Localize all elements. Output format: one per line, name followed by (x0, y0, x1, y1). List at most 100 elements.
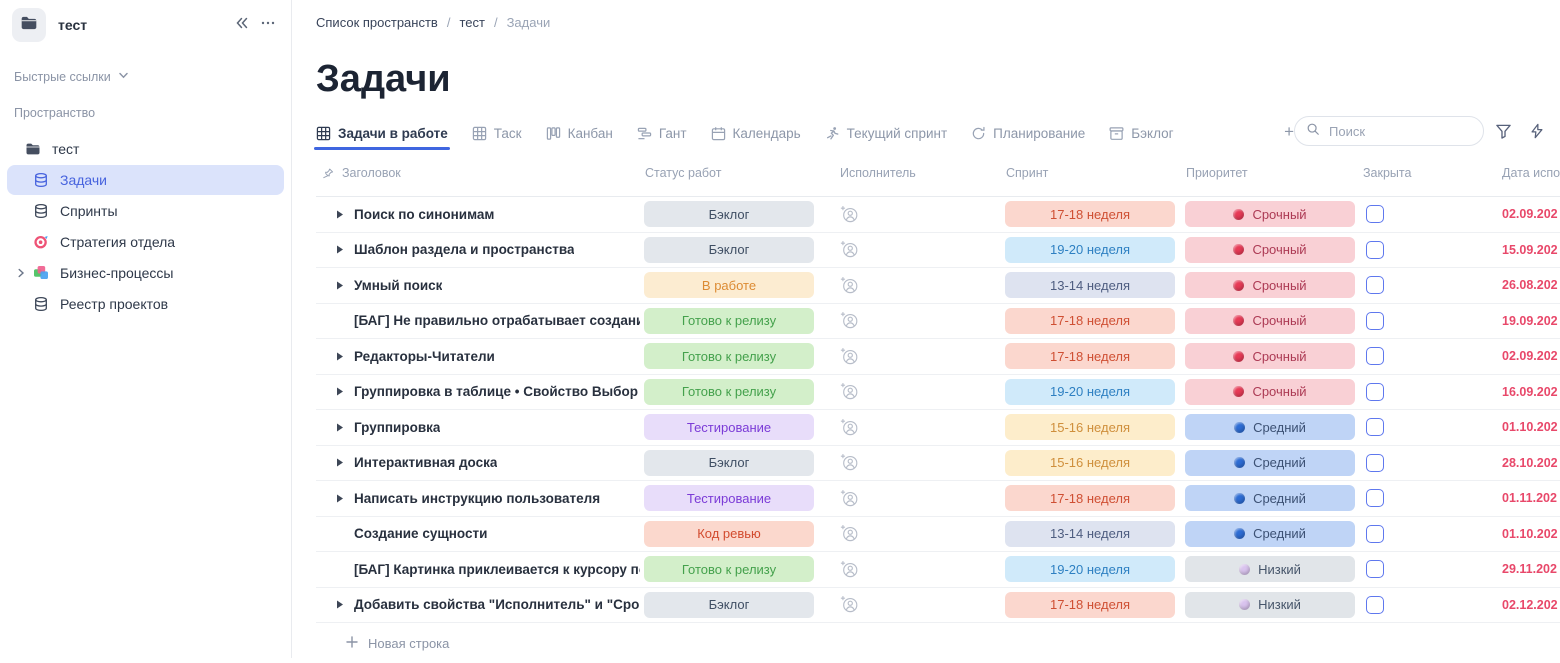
column-header-1[interactable]: Статус работ (640, 166, 815, 180)
due-date[interactable]: 01.10.202 (1448, 527, 1560, 541)
table-row[interactable]: Группировка в таблице • Свойство ВыборГо… (316, 375, 1560, 411)
task-title[interactable]: Шаблон раздела и пространства (354, 242, 574, 257)
task-title[interactable]: Добавить свойства "Исполнитель" и "Срок … (354, 597, 640, 612)
quick-links-toggle[interactable]: Быстрые ссылки (0, 70, 291, 84)
priority-badge[interactable]: Срочный (1185, 201, 1355, 227)
assign-user-icon[interactable] (840, 311, 859, 330)
filter-icon[interactable] (1488, 123, 1518, 140)
priority-badge[interactable]: Срочный (1185, 272, 1355, 298)
due-date[interactable]: 15.09.202 (1448, 243, 1560, 257)
expand-arrow-icon[interactable] (336, 387, 352, 396)
status-badge[interactable]: Бэклог (644, 201, 814, 227)
table-row[interactable]: Добавить свойства "Исполнитель" и "Срок … (316, 588, 1560, 624)
task-title[interactable]: [БАГ] Картинка приклеивается к курсору п… (354, 562, 640, 577)
view-tab-0[interactable]: Задачи в работе (316, 126, 448, 150)
due-date[interactable]: 29.11.202 (1448, 562, 1560, 576)
column-header-0[interactable]: Заголовок (316, 166, 640, 180)
closed-checkbox[interactable] (1366, 383, 1384, 401)
expand-arrow-icon[interactable] (336, 281, 352, 290)
column-header-2[interactable]: Исполнитель (815, 166, 1003, 180)
assign-user-icon[interactable] (840, 560, 859, 579)
status-badge[interactable]: Тестирование (644, 414, 814, 440)
status-badge[interactable]: Готово к релизу (644, 556, 814, 582)
status-badge[interactable]: Бэклог (644, 450, 814, 476)
due-date[interactable]: 28.10.202 (1448, 456, 1560, 470)
priority-badge[interactable]: Средний (1185, 414, 1355, 440)
sidebar-item-projects-registry[interactable]: Реестр проектов (7, 289, 284, 319)
priority-badge[interactable]: Средний (1185, 521, 1355, 547)
sprint-badge[interactable]: 17-18 неделя (1005, 485, 1175, 511)
sprint-badge[interactable]: 17-18 неделя (1005, 592, 1175, 618)
status-badge[interactable]: Готово к релизу (644, 308, 814, 334)
assign-user-icon[interactable] (840, 595, 859, 614)
closed-checkbox[interactable] (1366, 489, 1384, 507)
expand-arrow-icon[interactable] (336, 600, 352, 609)
expand-arrow-icon[interactable] (336, 494, 352, 503)
closed-checkbox[interactable] (1366, 241, 1384, 259)
assign-user-icon[interactable] (840, 489, 859, 508)
column-header-3[interactable]: Спринт (1003, 166, 1183, 180)
expand-arrow-icon[interactable] (336, 458, 352, 467)
workspace-folder-icon[interactable] (12, 8, 46, 42)
due-date[interactable]: 02.12.202 (1448, 598, 1560, 612)
status-badge[interactable]: Тестирование (644, 485, 814, 511)
view-tab-1[interactable]: Таск (472, 126, 522, 150)
assign-user-icon[interactable] (840, 347, 859, 366)
table-row[interactable]: Написать инструкцию пользователяТестиров… (316, 481, 1560, 517)
sprint-badge[interactable]: 17-18 неделя (1005, 308, 1175, 334)
task-title[interactable]: Создание сущности (354, 526, 487, 541)
assign-user-icon[interactable] (840, 276, 859, 295)
task-title[interactable]: Группировка в таблице • Свойство Выбор (354, 384, 638, 399)
table-row[interactable]: Редакторы-Читатели Готово к релизу 17-18 н… (316, 339, 1560, 375)
automation-lightning-icon[interactable] (1522, 123, 1552, 139)
due-date[interactable]: 02.09.202 (1448, 207, 1560, 221)
assign-user-icon[interactable] (840, 382, 859, 401)
view-tab-4[interactable]: Календарь (711, 126, 801, 150)
priority-badge[interactable]: Средний (1185, 450, 1355, 476)
sprint-badge[interactable]: 13-14 неделя (1005, 272, 1175, 298)
status-badge[interactable]: Код ревью (644, 521, 814, 547)
priority-badge[interactable]: Срочный (1185, 343, 1355, 369)
view-tab-5[interactable]: Текущий спринт (825, 126, 948, 150)
closed-checkbox[interactable] (1366, 418, 1384, 436)
task-title[interactable]: Поиск по синонимам (354, 207, 494, 222)
due-date[interactable]: 01.11.202 (1448, 491, 1560, 505)
column-header-4[interactable]: Приоритет (1183, 166, 1358, 180)
assign-user-icon[interactable] (840, 418, 859, 437)
breadcrumb-space-link[interactable]: тест (459, 15, 485, 30)
chevron-right-icon[interactable] (16, 268, 33, 278)
due-date[interactable]: 19.09.202 (1448, 314, 1560, 328)
closed-checkbox[interactable] (1366, 454, 1384, 472)
more-options-icon[interactable] (255, 12, 281, 38)
status-badge[interactable]: В работе (644, 272, 814, 298)
task-title[interactable]: Редакторы-Читатели (354, 349, 495, 364)
view-tab-3[interactable]: Гант (637, 126, 687, 150)
task-title[interactable]: Интерактивная доска (354, 455, 497, 470)
table-row[interactable]: [БАГ] Картинка приклеивается к курсору п… (316, 552, 1560, 588)
new-row-button[interactable]: Новая строка (316, 623, 449, 663)
expand-arrow-icon[interactable] (336, 423, 352, 432)
view-tab-7[interactable]: Бэклог (1109, 126, 1173, 150)
sidebar-item-business-processes[interactable]: Бизнес-процессы (7, 258, 284, 288)
column-header-6[interactable]: Дата испол (1448, 166, 1560, 180)
search-input[interactable] (1327, 123, 1472, 140)
due-date[interactable]: 01.10.202 (1448, 420, 1560, 434)
expand-arrow-icon[interactable] (336, 210, 352, 219)
sidebar-item-tasks[interactable]: Задачи (7, 165, 284, 195)
sidebar-item-strategy[interactable]: Стратегия отдела (7, 227, 284, 257)
sprint-badge[interactable]: 17-18 неделя (1005, 343, 1175, 369)
breadcrumb-spaces-link[interactable]: Список пространств (316, 15, 438, 30)
priority-badge[interactable]: Срочный (1185, 379, 1355, 405)
expand-arrow-icon[interactable] (336, 245, 352, 254)
table-row[interactable]: Создание сущностиКод ревью13-14 неделяСр… (316, 517, 1560, 553)
priority-badge[interactable]: Срочный (1185, 237, 1355, 263)
status-badge[interactable]: Готово к релизу (644, 343, 814, 369)
table-row[interactable]: Шаблон раздела и пространстваБэклог19-20… (316, 233, 1560, 269)
table-row[interactable]: Интерактивная доска Бэклог 15-16 неделя Сре… (316, 446, 1560, 482)
closed-checkbox[interactable] (1366, 525, 1384, 543)
sprint-badge[interactable]: 15-16 неделя (1005, 450, 1175, 476)
table-row[interactable]: Умный поискВ работе13-14 неделяСрочный26… (316, 268, 1560, 304)
expand-arrow-icon[interactable] (336, 352, 352, 361)
due-date[interactable]: 16.09.202 (1448, 385, 1560, 399)
closed-checkbox[interactable] (1366, 205, 1384, 223)
